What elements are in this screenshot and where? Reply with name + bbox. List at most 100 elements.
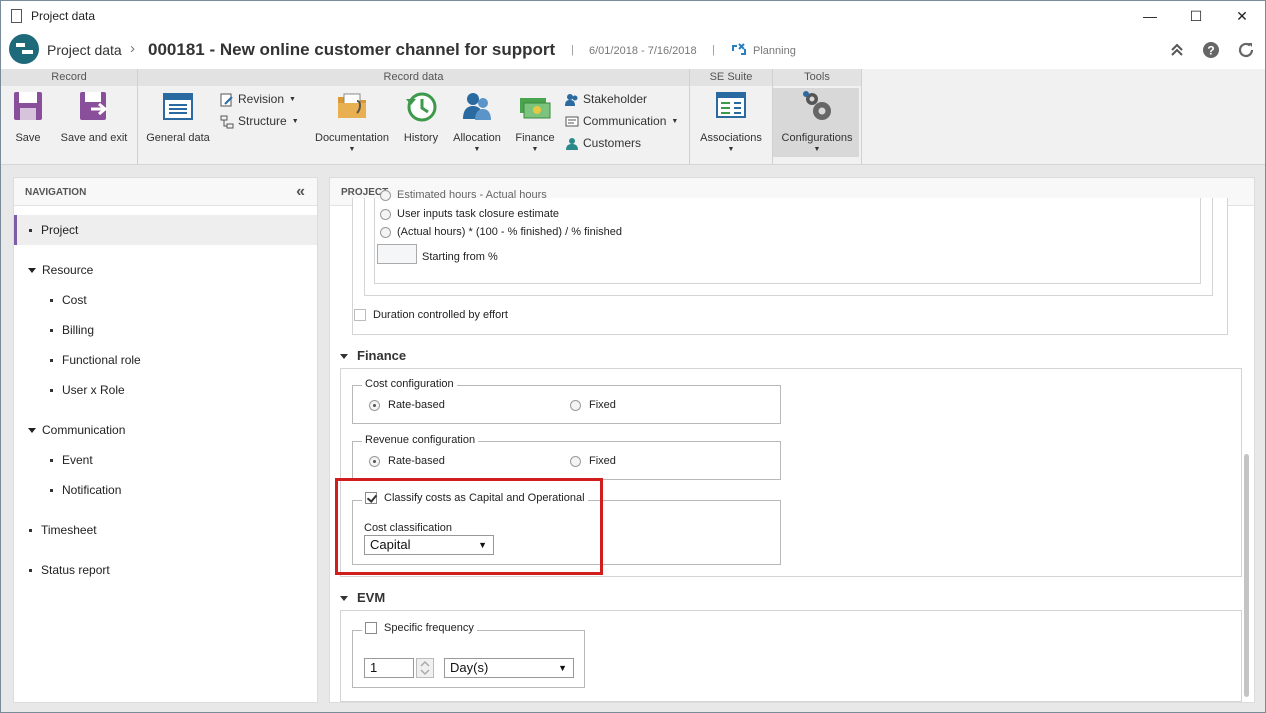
- radio[interactable]: [380, 208, 391, 220]
- radio[interactable]: [380, 189, 391, 201]
- checkbox[interactable]: [365, 622, 377, 635]
- sidebar-item-project[interactable]: Project: [29, 215, 78, 245]
- save-and-exit-label: Save and exit: [60, 132, 128, 144]
- estimate-option-user-inputs[interactable]: User inputs task closure estimate: [380, 208, 559, 220]
- sidebar-item-user-x-role[interactable]: User x Role: [50, 375, 125, 405]
- documentation-button[interactable]: Documentation ▼: [313, 89, 391, 153]
- divider: [137, 69, 138, 164]
- cost-fixed-label: Fixed: [589, 399, 616, 411]
- revenue-rate-based-option[interactable]: Rate-based: [369, 455, 445, 467]
- structure-button[interactable]: Structure ▼: [220, 114, 299, 129]
- customers-button[interactable]: Customers: [565, 136, 641, 151]
- chevron-down-icon: ▼: [531, 146, 539, 153]
- chevron-down-icon: ▼: [727, 146, 735, 153]
- sidebar-item-label: User x Role: [62, 383, 125, 397]
- maximize-button[interactable]: ☐: [1173, 1, 1219, 31]
- sidebar-item-billing[interactable]: Billing: [50, 315, 94, 345]
- cost-configuration-legend: Cost configuration: [362, 378, 457, 390]
- general-data-button[interactable]: General data: [143, 89, 213, 144]
- status-badge: Planning: [753, 45, 796, 57]
- stakeholder-button[interactable]: Stakeholder: [565, 92, 647, 107]
- cost-rate-based-label: Rate-based: [388, 399, 445, 411]
- documentation-label: Documentation: [315, 132, 389, 144]
- chevron-down-icon: ▼: [813, 146, 821, 153]
- estimate-option-cut[interactable]: Estimated hours - Actual hours: [380, 189, 547, 201]
- revenue-fixed-option[interactable]: Fixed: [570, 455, 616, 467]
- specific-frequency-label: Specific frequency: [384, 622, 474, 634]
- starting-from-label: Starting from %: [422, 251, 498, 263]
- allocation-button[interactable]: Allocation ▼: [451, 89, 503, 153]
- save-and-exit-button[interactable]: Save and exit: [57, 89, 131, 144]
- window-title: Project data: [31, 9, 96, 23]
- bullet-icon: [50, 329, 53, 333]
- estimate-option-formula-label: (Actual hours) * (100 - % finished) / % …: [397, 226, 622, 238]
- frequency-unit-select[interactable]: Day(s) ▼: [444, 658, 574, 678]
- divider: [861, 69, 862, 164]
- refresh-icon[interactable]: [1237, 41, 1255, 59]
- bullet-icon: [29, 569, 32, 573]
- minimize-button[interactable]: —: [1127, 1, 1173, 31]
- radio[interactable]: [369, 455, 380, 467]
- finance-section-header[interactable]: Finance: [340, 348, 406, 363]
- close-button[interactable]: ✕: [1219, 1, 1265, 31]
- estimate-option-formula[interactable]: (Actual hours) * (100 - % finished) / % …: [380, 226, 622, 238]
- associations-icon: [716, 92, 746, 118]
- collapse-up-icon[interactable]: [1168, 41, 1186, 59]
- sidebar-item-label: Functional role: [62, 353, 141, 367]
- group-tools: Tools: [773, 69, 861, 86]
- breadcrumb-app[interactable]: Project data: [47, 42, 122, 58]
- collapse-triangle-icon: [340, 354, 348, 360]
- sidebar-item-communication[interactable]: Communication: [28, 415, 125, 445]
- revenue-rate-based-label: Rate-based: [388, 455, 445, 467]
- checkbox[interactable]: [354, 309, 366, 322]
- sidebar-item-notification[interactable]: Notification: [50, 475, 121, 505]
- history-button[interactable]: History: [401, 89, 441, 144]
- history-icon: [406, 92, 437, 122]
- sidebar-item-resource[interactable]: Resource: [28, 255, 93, 285]
- configurations-button[interactable]: Configurations ▼: [777, 89, 857, 153]
- revision-label: Revision: [238, 92, 285, 106]
- sidebar-item-label: Timesheet: [41, 523, 97, 537]
- radio[interactable]: [570, 399, 581, 411]
- chevron-down-icon: ▼: [289, 96, 296, 104]
- finance-button[interactable]: Finance ▼: [513, 89, 557, 153]
- divider: [689, 69, 690, 164]
- project-panel: PROJECT Estimated hours - Actual hours U…: [329, 177, 1255, 703]
- duration-controlled-checkbox[interactable]: Duration controlled by effort: [354, 309, 508, 322]
- associations-button[interactable]: Associations ▼: [697, 89, 765, 153]
- vertical-scrollbar[interactable]: [1244, 454, 1249, 697]
- sidebar-item-cost[interactable]: Cost: [50, 285, 87, 315]
- configurations-label: Configurations: [781, 132, 853, 144]
- save-button[interactable]: Save: [10, 89, 46, 144]
- radio[interactable]: [380, 226, 391, 238]
- sidebar-item-functional-role[interactable]: Functional role: [50, 345, 141, 375]
- finance-title: Finance: [357, 348, 407, 363]
- sidebar-item-status-report[interactable]: Status report: [29, 555, 110, 585]
- revision-icon: [220, 93, 233, 107]
- cost-fixed-option[interactable]: Fixed: [570, 399, 616, 411]
- starting-from-input[interactable]: [377, 244, 417, 264]
- document-icon: [11, 9, 22, 23]
- radio[interactable]: [570, 455, 581, 467]
- cost-rate-based-option[interactable]: Rate-based: [369, 399, 445, 411]
- help-icon[interactable]: ?: [1202, 41, 1220, 59]
- communication-button[interactable]: Communication ▼: [565, 114, 678, 129]
- sidebar-item-label: Cost: [62, 293, 87, 307]
- logo-icon: [9, 34, 39, 64]
- frequency-value-input[interactable]: 1: [364, 658, 414, 678]
- revenue-configuration-group: Revenue configuration Rate-based Fixed: [352, 434, 781, 480]
- specific-frequency-checkbox[interactable]: Specific frequency: [362, 622, 477, 635]
- bullet-icon: [50, 389, 53, 393]
- revision-button[interactable]: Revision ▼: [220, 92, 296, 107]
- navigation-header: NAVIGATION «: [14, 178, 317, 206]
- radio[interactable]: [369, 399, 380, 411]
- bullet-icon: [50, 459, 53, 463]
- general-data-label: General data: [146, 132, 210, 144]
- breadcrumb-separator: ›: [130, 40, 135, 57]
- ribbon-toolbar: Record Record data SE Suite Tools Save S…: [1, 69, 1265, 165]
- collapse-icon[interactable]: «: [296, 183, 305, 201]
- sidebar-item-timesheet[interactable]: Timesheet: [29, 515, 97, 545]
- sidebar-item-event[interactable]: Event: [50, 445, 93, 475]
- stepper-icon[interactable]: [416, 658, 434, 678]
- evm-section-header[interactable]: EVM: [340, 590, 385, 605]
